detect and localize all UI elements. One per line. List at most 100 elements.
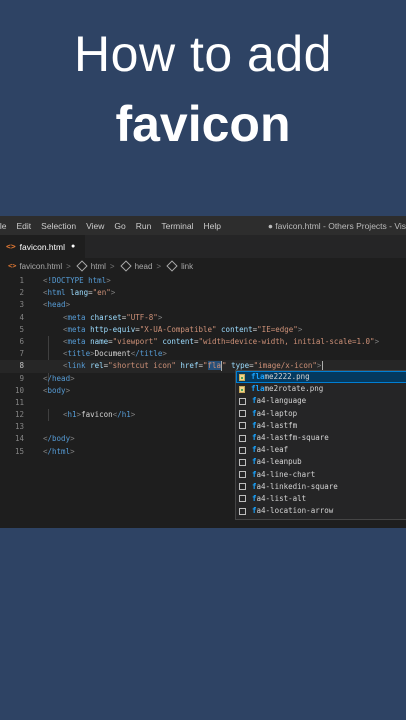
html-file-icon: <>: [8, 262, 17, 270]
suggestion-label: fa4-laptop: [252, 408, 298, 418]
breadcrumb-head[interactable]: head: [135, 262, 153, 271]
folder-icon: [239, 471, 246, 479]
breadcrumb-file[interactable]: favicon.html: [19, 262, 62, 271]
menu-selection[interactable]: Selection: [36, 221, 81, 231]
folder-icon: [239, 495, 246, 503]
suggestion-label: fa4-location-arrow: [252, 506, 334, 516]
folder-icon: [239, 397, 246, 405]
menu-bar: ile Edit Selection View Go Run Terminal …: [0, 216, 406, 235]
line-number: 7: [19, 349, 24, 359]
breadcrumb-link[interactable]: link: [181, 262, 193, 271]
suggestion-label: flame2rotate.png: [251, 384, 324, 394]
menu-run[interactable]: Run: [131, 221, 157, 231]
folder-icon: [239, 507, 246, 515]
code-editor-window: ile Edit Selection View Go Run Terminal …: [0, 216, 406, 528]
folder-icon: [239, 434, 246, 442]
code-line[interactable]: 3 <head>: [0, 299, 406, 311]
folder-icon: [239, 422, 246, 430]
suggestion-item[interactable]: fa4-lastfm-square: [236, 432, 406, 444]
line-number: 5: [19, 324, 24, 334]
line-number: 12: [14, 410, 24, 420]
suggestion-label: fa4-language: [252, 396, 307, 406]
image-file-icon: [239, 373, 245, 381]
suggestion-item[interactable]: fa4-location-arrow: [236, 505, 406, 517]
breadcrumb: <> favicon.html > html > head > link: [0, 258, 406, 274]
line-number: 10: [14, 385, 24, 395]
code-text: </head>: [43, 373, 75, 383]
breadcrumb-separator: >: [109, 261, 115, 271]
suggestion-label: fa4-lastfm: [252, 420, 298, 430]
code-text: <html lang="en">: [43, 288, 116, 298]
menu-go[interactable]: Go: [109, 221, 130, 231]
window-title: ● favicon.html - Others Projects - Vis: [267, 220, 406, 231]
autocomplete-suggestions[interactable]: flame2222.png flame2rotate.png fa4-languag…: [235, 370, 406, 520]
suggestion-item[interactable]: fa4-leanpub: [236, 456, 406, 468]
menu-view[interactable]: View: [81, 221, 109, 231]
code-line[interactable]: 1 <!DOCTYPE html>: [0, 275, 406, 287]
folder-icon: [239, 458, 246, 466]
code-text: </body>: [43, 434, 75, 444]
element-cube-icon: [76, 260, 88, 272]
menu-file[interactable]: ile: [0, 221, 12, 231]
headline-line-1: How to add: [74, 26, 332, 82]
breadcrumb-html[interactable]: html: [91, 262, 106, 271]
line-number: 14: [14, 434, 24, 444]
folder-icon: [239, 410, 246, 418]
line-number: 1: [19, 276, 24, 285]
unsaved-dot-icon[interactable]: ●: [71, 243, 75, 250]
suggestion-item[interactable]: fa4-lastfm: [236, 420, 406, 432]
suggestion-label: fa4-list-alt: [252, 493, 307, 503]
suggestion-item[interactable]: flame2rotate.png: [236, 383, 406, 395]
suggestion-label: fa4-leanpub: [252, 457, 302, 467]
line-number: 2: [19, 288, 24, 298]
code-line[interactable]: 2 <html lang="en">: [0, 287, 406, 299]
tab-favicon-html[interactable]: <> favicon.html ●: [0, 235, 86, 258]
element-cube-icon: [119, 260, 132, 272]
suggestion-label: fa4-leaf: [252, 445, 289, 455]
line-number: 3: [19, 300, 24, 310]
code-text: <head>: [43, 300, 71, 310]
suggestion-item[interactable]: fa4-laptop: [236, 408, 406, 420]
tab-bar: <> favicon.html ●: [0, 235, 406, 258]
code-text: <meta charset="UTF-8">: [63, 312, 163, 322]
code-text: <title>Document</title>: [63, 349, 167, 359]
suggestion-item[interactable]: fa4-leaf: [236, 444, 406, 456]
line-number: 11: [14, 397, 24, 407]
line-number: 8: [19, 361, 24, 371]
suggestion-item[interactable]: fa4-list-alt: [236, 493, 406, 505]
tab-label: favicon.html: [19, 241, 65, 252]
line-number: 6: [19, 336, 24, 346]
line-number: 4: [19, 312, 24, 322]
suggestion-item[interactable]: fa4-language: [236, 395, 406, 407]
code-text: </html>: [43, 446, 75, 456]
suggestion-label: fa4-line-chart: [252, 469, 316, 479]
code-text: <meta name="viewport" content="width=dev…: [63, 336, 380, 346]
line-number: 13: [14, 422, 24, 432]
breadcrumb-separator: >: [156, 261, 162, 271]
menu-edit[interactable]: Edit: [12, 221, 37, 231]
element-cube-icon: [166, 260, 178, 272]
suggestion-item[interactable]: flame2222.png: [236, 371, 406, 384]
code-line[interactable]: 4 <meta charset="UTF-8">: [0, 312, 406, 324]
suggestion-label: flame2222.png: [251, 372, 310, 381]
folder-icon: [239, 446, 246, 454]
headline-line-2: favicon: [115, 96, 291, 152]
menu-help[interactable]: Help: [198, 221, 225, 231]
suggestion-label: fa4-lastfm-square: [252, 432, 329, 442]
code-text: <h1>favicon</h1>: [63, 410, 136, 420]
image-file-icon: [239, 385, 245, 393]
code-text: <meta http-equiv="X-UA-Compatible" conte…: [63, 324, 303, 334]
suggestion-item[interactable]: fa4-linkedin-square: [236, 481, 406, 493]
html-file-icon: <>: [6, 242, 16, 251]
breadcrumb-separator: >: [66, 261, 71, 271]
line-number: 15: [14, 446, 24, 456]
folder-icon: [239, 483, 246, 491]
code-text: <body>: [43, 385, 71, 395]
code-line[interactable]: 6 <meta name="viewport" content="width=de…: [0, 336, 406, 348]
suggestion-item[interactable]: fa4-line-chart: [236, 469, 406, 481]
code-text: <!DOCTYPE html>: [43, 276, 111, 285]
code-line[interactable]: 5 <meta http-equiv="X-UA-Compatible" cont…: [0, 324, 406, 336]
menu-terminal[interactable]: Terminal: [156, 221, 198, 231]
code-line[interactable]: 7 <title>Document</title>: [0, 348, 406, 360]
video-headline: How to add favicon: [0, 22, 406, 156]
